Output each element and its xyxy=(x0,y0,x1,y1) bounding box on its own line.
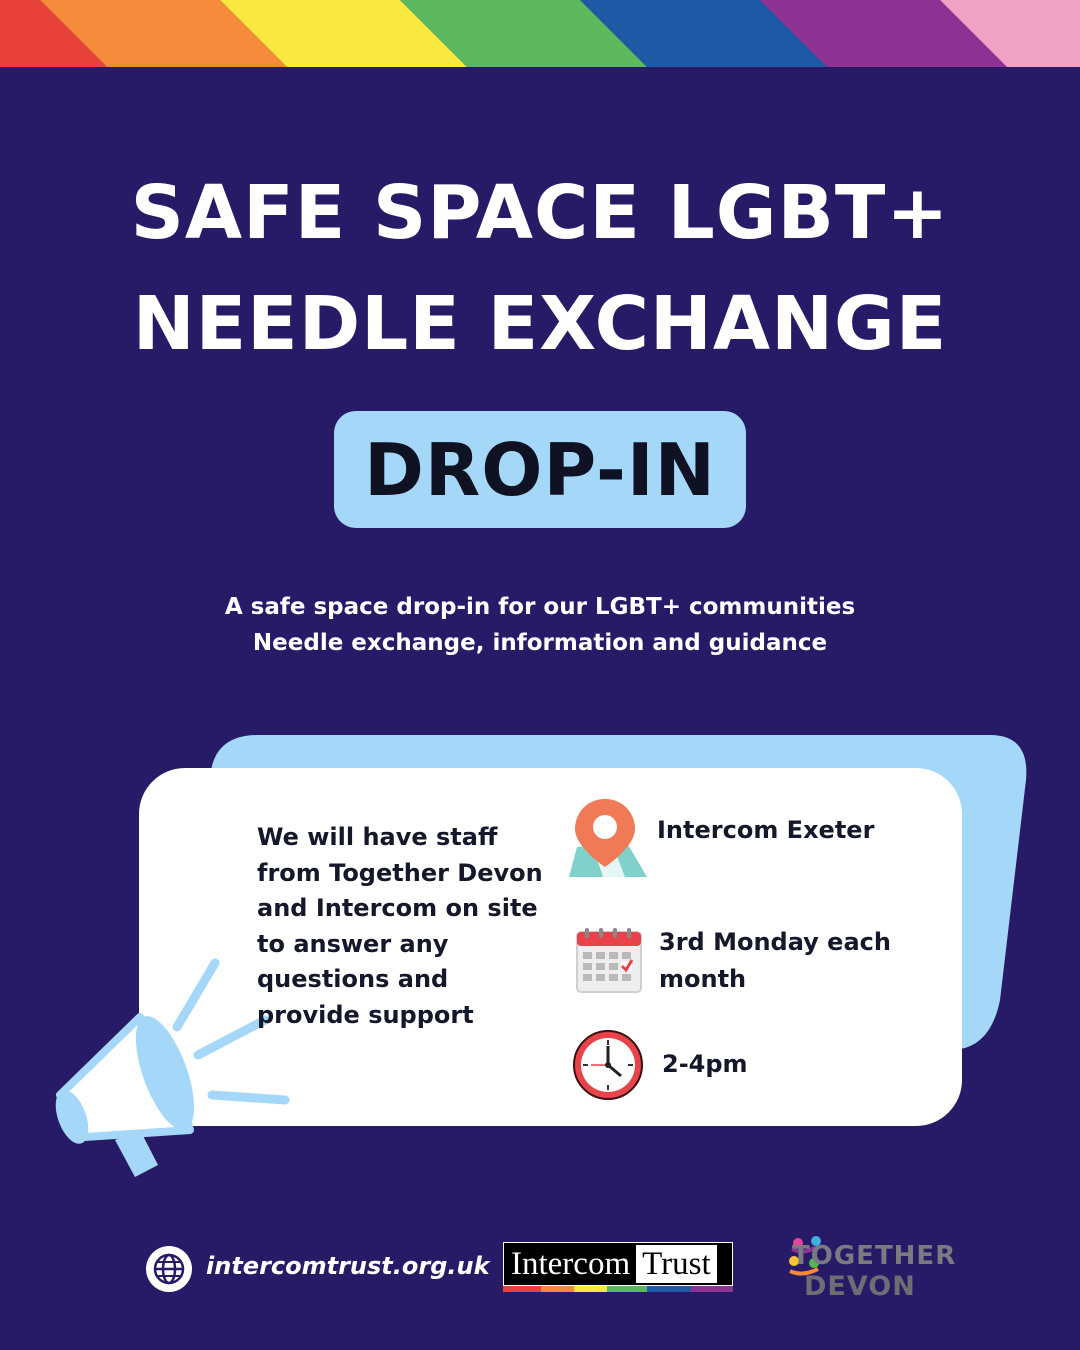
clock-icon xyxy=(573,1030,643,1100)
calendar-icon xyxy=(576,928,642,993)
intercom-trust-logo: Intercom Trust xyxy=(503,1242,733,1292)
together-devon-logo: TOGETHER DEVON xyxy=(786,1233,955,1305)
date-text: 3rd Monday each month xyxy=(659,928,891,993)
logo-rainbow-stripe xyxy=(503,1286,733,1292)
website-link[interactable]: intercomtrust.org.uk xyxy=(206,1252,490,1280)
time-text: 2-4pm xyxy=(662,1050,748,1078)
logo-text-trust: Trust xyxy=(636,1245,717,1283)
devon-text: DEVON xyxy=(804,1271,916,1302)
map-pin-icon xyxy=(569,799,647,877)
location-text: Intercom Exeter xyxy=(657,816,875,844)
logo-text-intercom: Intercom xyxy=(511,1245,631,1282)
together-text: TOGETHER xyxy=(792,1241,957,1271)
staff-info-text: We will have staff from Together Devon a… xyxy=(257,823,543,1029)
globe-icon xyxy=(146,1246,192,1292)
